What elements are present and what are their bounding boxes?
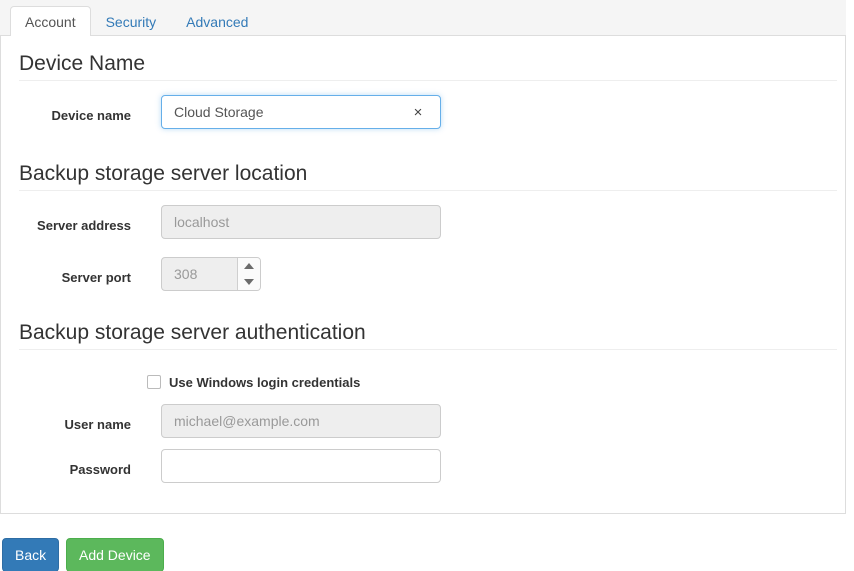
server-address-input[interactable]: [161, 205, 441, 239]
password-input[interactable]: [161, 449, 441, 483]
tab-security-label: Security: [105, 14, 157, 30]
tab-advanced[interactable]: Advanced: [171, 6, 263, 36]
settings-screen: Account Security Advanced Device Name De…: [0, 0, 854, 571]
server-port-spinner-buttons: [237, 258, 260, 290]
add-device-button[interactable]: Add Device: [66, 538, 164, 571]
device-name-label: Device name: [51, 108, 132, 123]
section-divider-auth: [19, 349, 837, 350]
tab-advanced-label: Advanced: [186, 14, 249, 30]
section-title-server-location: Backup storage server location: [19, 162, 308, 185]
spinner-up-icon[interactable]: [238, 258, 260, 274]
tab-account[interactable]: Account: [10, 6, 91, 37]
section-title-device-name: Device Name: [19, 52, 146, 75]
user-name-label: User name: [64, 417, 131, 432]
use-windows-credentials-checkbox[interactable]: [147, 375, 161, 389]
back-button[interactable]: Back: [2, 538, 60, 571]
server-port-stepper: [161, 257, 261, 291]
section-title-server-authentication: Backup storage server authentication: [19, 321, 366, 344]
password-label: Password: [69, 462, 131, 477]
tab-security[interactable]: Security: [91, 6, 172, 36]
user-name-input[interactable]: [161, 404, 441, 438]
tab-list: Account Security Advanced: [10, 6, 263, 37]
server-port-label: Server port: [61, 270, 131, 285]
tab-bar: Account Security Advanced: [0, 0, 846, 37]
device-name-input[interactable]: [161, 95, 441, 129]
section-divider-location: [19, 190, 837, 191]
use-windows-credentials-label[interactable]: Use Windows login credentials: [169, 376, 360, 389]
account-settings-panel: Device Name Device name × Backup storage…: [0, 36, 846, 514]
server-address-label: Server address: [37, 218, 131, 233]
section-divider-device: [19, 80, 837, 81]
spinner-down-icon[interactable]: [238, 274, 260, 290]
clear-icon[interactable]: ×: [407, 101, 429, 123]
tab-account-label: Account: [25, 14, 76, 30]
